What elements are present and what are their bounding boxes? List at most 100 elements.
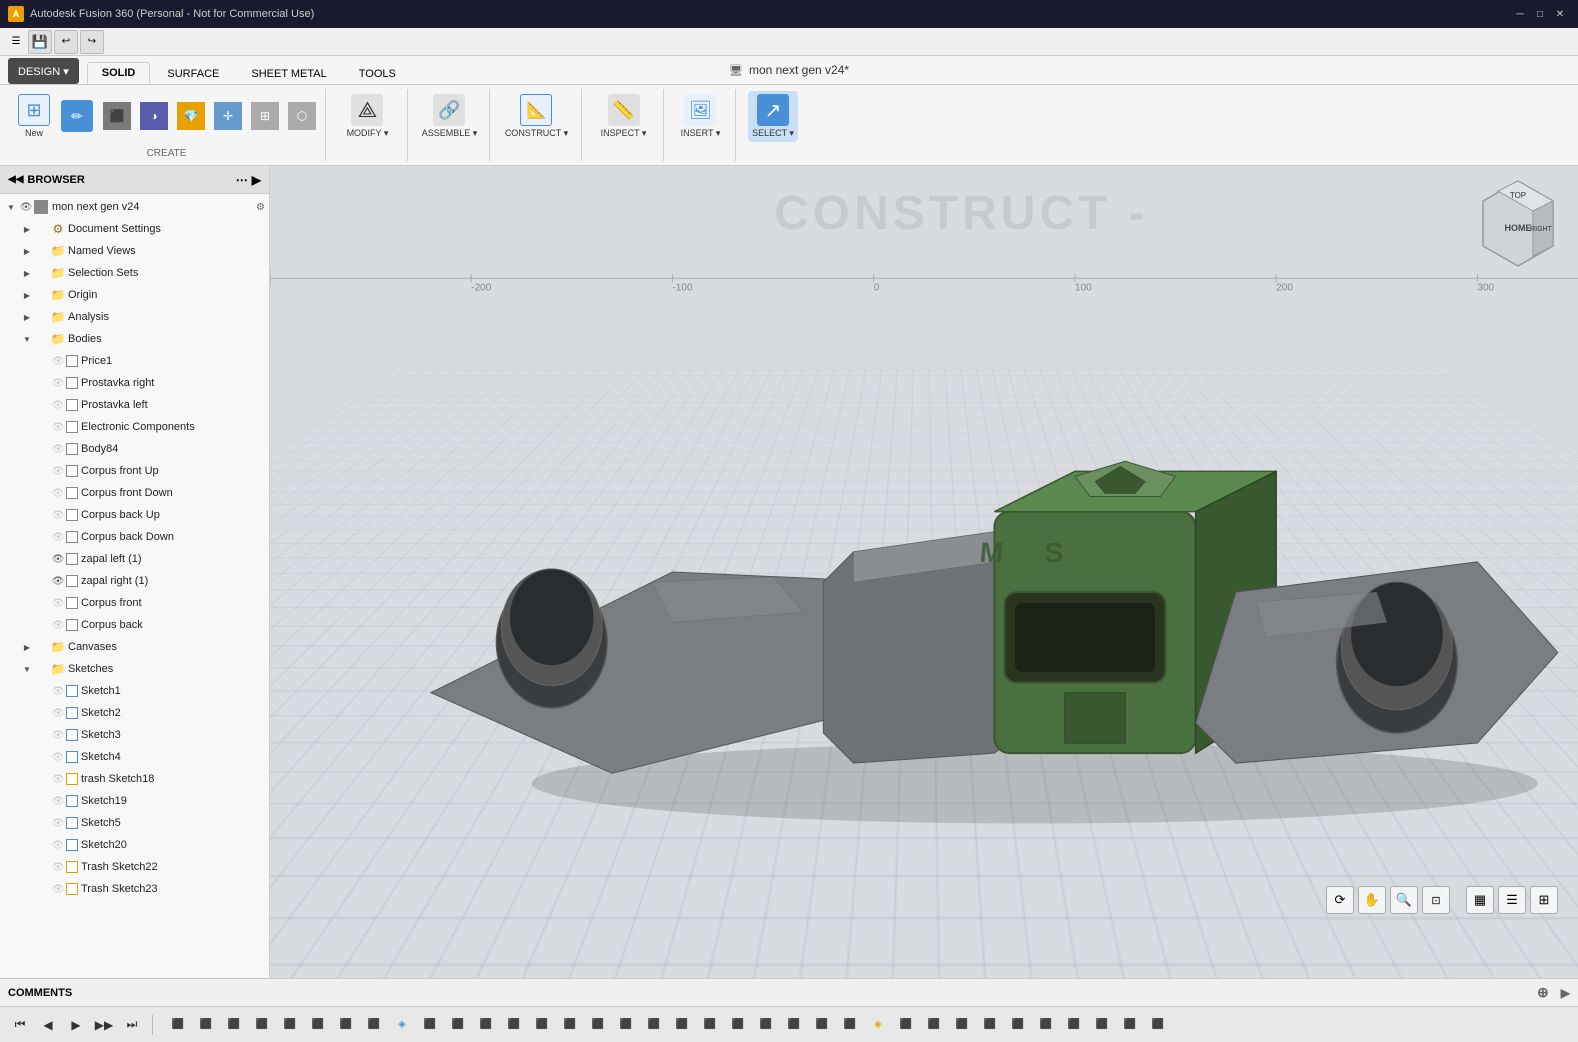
timeline-btn-8[interactable]: ⬛: [362, 1013, 386, 1037]
timeline-btn-34[interactable]: ⬛: [1090, 1013, 1114, 1037]
timeline-btn-31[interactable]: ⬛: [1006, 1013, 1030, 1037]
tree-origin[interactable]: ▶ 👁 📁 Origin: [0, 284, 269, 306]
revolve-btn[interactable]: ◑: [137, 100, 171, 132]
trash23-eye[interactable]: 👁: [50, 881, 66, 897]
timeline-btn-7[interactable]: ⬛: [334, 1013, 358, 1037]
timeline-btn-35[interactable]: ⬛: [1118, 1013, 1142, 1037]
tree-body-prostavka-left[interactable]: ▶ 👁 Prostavka left: [0, 394, 269, 416]
view-list-btn[interactable]: ☰: [1498, 886, 1526, 914]
sketch20-eye[interactable]: 👁: [50, 837, 66, 853]
selection-sets-arrow[interactable]: ▶: [20, 266, 34, 280]
modify-dropdown-btn[interactable]: ⟁ MODIFY ▾: [343, 91, 393, 142]
trash18-eye[interactable]: 👁: [50, 771, 66, 787]
timeline-btn-3[interactable]: ⬛: [222, 1013, 246, 1037]
design-dropdown[interactable]: DESIGN ▾: [8, 58, 79, 84]
play-end-btn[interactable]: ⏭: [120, 1013, 144, 1037]
create-sketch-btn[interactable]: ✏: [57, 97, 97, 135]
tree-sketch2[interactable]: ▶ 👁 Sketch2: [0, 702, 269, 724]
maximize-btn[interactable]: □: [1530, 4, 1550, 24]
new-component-btn[interactable]: ⊞ New: [14, 91, 54, 141]
tree-sketch5[interactable]: ▶ 👁 Sketch5: [0, 812, 269, 834]
timeline-btn-10[interactable]: ⬛: [418, 1013, 442, 1037]
timeline-btn-23[interactable]: ⬛: [782, 1013, 806, 1037]
timeline-btn-22[interactable]: ⬛: [754, 1013, 778, 1037]
tree-body-corpus-back[interactable]: ▶ 👁 Corpus back: [0, 614, 269, 636]
tree-canvases[interactable]: ▶ 👁 📁 Canvases: [0, 636, 269, 658]
body-price1-eye[interactable]: 👁: [50, 353, 66, 369]
minimize-btn[interactable]: ─: [1510, 4, 1530, 24]
sketch19-eye[interactable]: 👁: [50, 793, 66, 809]
timeline-btn-11[interactable]: ⬛: [446, 1013, 470, 1037]
body-prostavka-left-eye[interactable]: 👁: [50, 397, 66, 413]
view-cube-btn[interactable]: ▦: [1466, 886, 1494, 914]
timeline-btn-29[interactable]: ⬛: [950, 1013, 974, 1037]
body-cf-eye[interactable]: 👁: [50, 595, 66, 611]
app-menu-btn[interactable]: ☰: [6, 32, 26, 52]
tree-sketch20[interactable]: ▶ 👁 Sketch20: [0, 834, 269, 856]
canvases-arrow[interactable]: ▶: [20, 640, 34, 654]
tab-solid[interactable]: SOLID: [87, 62, 151, 84]
timeline-btn-19[interactable]: ⬛: [670, 1013, 694, 1037]
tree-sketch1[interactable]: ▶ 👁 Sketch1: [0, 680, 269, 702]
body-cbu-eye[interactable]: 👁: [50, 507, 66, 523]
play-prev-btn[interactable]: ◀: [36, 1013, 60, 1037]
timeline-btn-15[interactable]: ⬛: [558, 1013, 582, 1037]
timeline-btn-5[interactable]: ⬛: [278, 1013, 302, 1037]
root-visibility-eye[interactable]: 👁: [18, 199, 34, 215]
tree-sketch4[interactable]: ▶ 👁 Sketch4: [0, 746, 269, 768]
root-settings-icon[interactable]: ⚙: [256, 202, 265, 213]
browser-menu-btn[interactable]: ⋯: [236, 173, 248, 187]
viewcube[interactable]: HOME TOP RIGHT: [1468, 176, 1568, 276]
tab-tools[interactable]: TOOLS: [344, 63, 411, 84]
sketch5-eye[interactable]: 👁: [50, 815, 66, 831]
timeline-btn-24[interactable]: ⬛: [810, 1013, 834, 1037]
tree-sketches[interactable]: ▼ 👁 📁 Sketches: [0, 658, 269, 680]
assemble-dropdown-btn[interactable]: 🔗 ASSEMBLE ▾: [418, 91, 482, 142]
timeline-btn-28[interactable]: ⬛: [922, 1013, 946, 1037]
timeline-btn-4[interactable]: ⬛: [250, 1013, 274, 1037]
timeline-btn-26[interactable]: ◈: [866, 1013, 890, 1037]
sketch2-eye[interactable]: 👁: [50, 705, 66, 721]
select-dropdown-btn[interactable]: ↗ SELECT ▾: [748, 91, 798, 142]
timeline-btn-17[interactable]: ⬛: [614, 1013, 638, 1037]
root-collapse-arrow[interactable]: ▼: [4, 200, 18, 214]
timeline-btn-6[interactable]: ⬛: [306, 1013, 330, 1037]
timeline-btn-12[interactable]: ⬛: [474, 1013, 498, 1037]
save-btn[interactable]: 💾: [28, 30, 52, 54]
extrude-btn[interactable]: ⬛: [100, 100, 134, 132]
origin-arrow[interactable]: ▶: [20, 288, 34, 302]
close-btn[interactable]: ✕: [1550, 4, 1570, 24]
zoom-btn[interactable]: 🔍: [1390, 886, 1418, 914]
sketch3-eye[interactable]: 👁: [50, 727, 66, 743]
tree-sketch19[interactable]: ▶ 👁 Sketch19: [0, 790, 269, 812]
zoom-extents-btn[interactable]: ⊡: [1422, 886, 1450, 914]
tree-doc-settings[interactable]: ▶ 👁 ⚙ Document Settings: [0, 218, 269, 240]
insert-dropdown-btn[interactable]: 🖼 INSERT ▾: [677, 91, 725, 142]
body-cbd-eye[interactable]: 👁: [50, 529, 66, 545]
timeline-btn-2[interactable]: ⬛: [194, 1013, 218, 1037]
tree-trash-sketch23[interactable]: ▶ 👁 Trash Sketch23: [0, 878, 269, 900]
tree-named-views[interactable]: ▶ 👁 📁 Named Views: [0, 240, 269, 262]
comments-expand-btn[interactable]: ▶: [1561, 986, 1570, 1000]
cursor-orbit-btn[interactable]: ⟳: [1326, 886, 1354, 914]
body-zapal-left-eye[interactable]: 👁: [50, 551, 66, 567]
timeline-btn-1[interactable]: ⬛: [166, 1013, 190, 1037]
construct-dropdown-btn[interactable]: 📐 CONSTRUCT ▾: [501, 91, 572, 142]
timeline-btn-13[interactable]: ⬛: [502, 1013, 526, 1037]
timeline-btn-36[interactable]: ⬛: [1146, 1013, 1170, 1037]
tree-body-prostavka-right[interactable]: ▶ 👁 Prostavka right: [0, 372, 269, 394]
browser-expand-btn[interactable]: ▶: [252, 173, 261, 187]
timeline-btn-32[interactable]: ⬛: [1034, 1013, 1058, 1037]
play-btn[interactable]: ▶: [64, 1013, 88, 1037]
tree-body-corpus-back-up[interactable]: ▶ 👁 Corpus back Up: [0, 504, 269, 526]
tree-trash-sketch22[interactable]: ▶ 👁 Trash Sketch22: [0, 856, 269, 878]
tree-sketch3[interactable]: ▶ 👁 Sketch3: [0, 724, 269, 746]
doc-settings-arrow[interactable]: ▶: [20, 222, 34, 236]
body-zapal-right-eye[interactable]: 👁: [50, 573, 66, 589]
redo-btn[interactable]: ↪: [80, 30, 104, 54]
body-cb-eye[interactable]: 👁: [50, 617, 66, 633]
body-body84-eye[interactable]: 👁: [50, 441, 66, 457]
tree-body-body84[interactable]: ▶ 👁 Body84: [0, 438, 269, 460]
comments-add-btn[interactable]: ⊕: [1537, 984, 1549, 1001]
body-prostavka-right-eye[interactable]: 👁: [50, 375, 66, 391]
